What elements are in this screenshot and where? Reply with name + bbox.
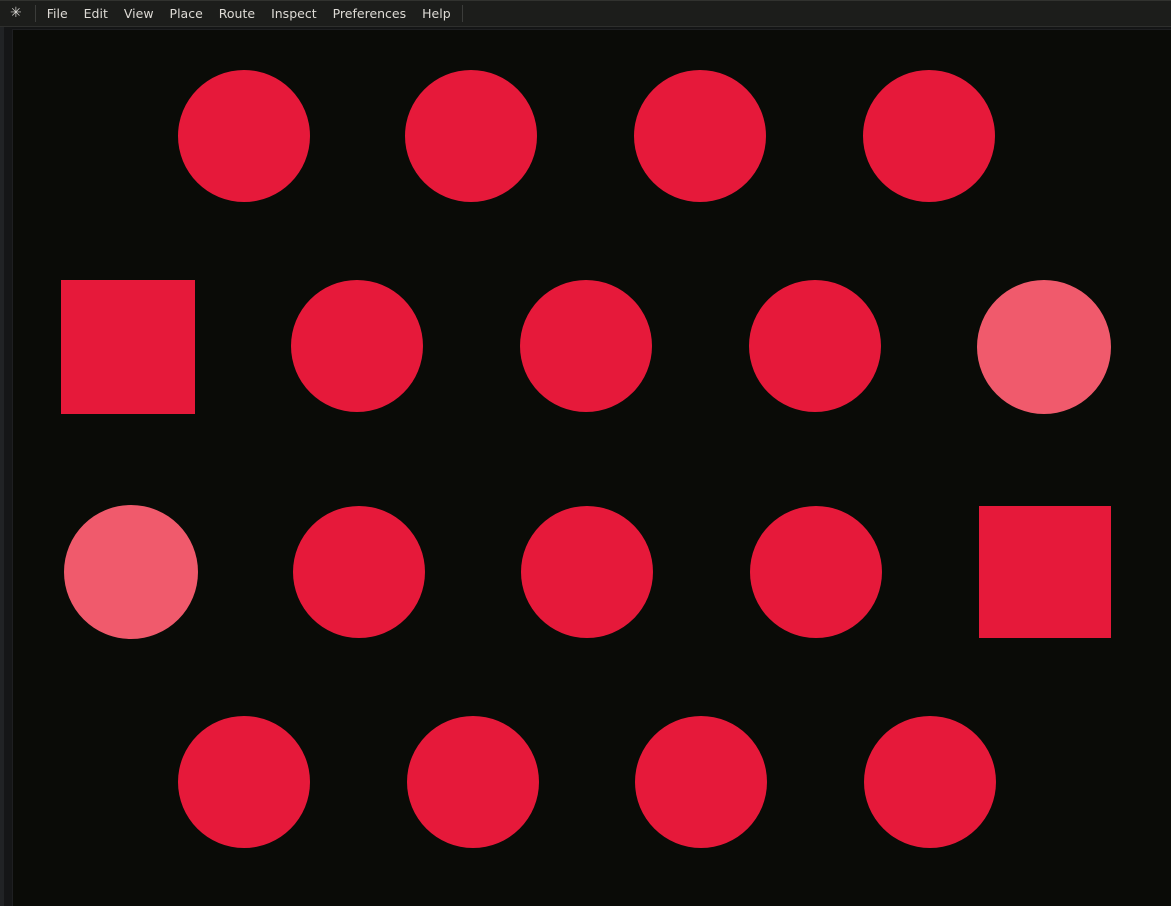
pad-circle[interactable] bbox=[634, 70, 766, 202]
pad-square[interactable] bbox=[61, 280, 195, 414]
menu-item-place[interactable]: Place bbox=[162, 1, 211, 26]
pad-circle[interactable] bbox=[407, 716, 539, 848]
pads-layer bbox=[0, 0, 1171, 906]
pad-circle[interactable] bbox=[293, 506, 425, 638]
menubar-separator bbox=[35, 5, 36, 22]
menubar-separator bbox=[462, 5, 463, 22]
pad-circle[interactable] bbox=[405, 70, 537, 202]
pad-circle[interactable] bbox=[178, 70, 310, 202]
menu-item-help[interactable]: Help bbox=[414, 1, 459, 26]
menu-item-view[interactable]: View bbox=[116, 1, 162, 26]
pad-circle[interactable] bbox=[864, 716, 996, 848]
menu-item-file[interactable]: File bbox=[39, 1, 76, 26]
pad-circle[interactable] bbox=[750, 506, 882, 638]
pad-circle[interactable] bbox=[520, 280, 652, 412]
pad-circle[interactable] bbox=[749, 280, 881, 412]
menubar: ✳ File Edit View Place Route Inspect Pre… bbox=[0, 0, 1171, 27]
window-edge-strip bbox=[0, 27, 4, 906]
menu-item-route[interactable]: Route bbox=[211, 1, 263, 26]
pad-square[interactable] bbox=[979, 506, 1111, 638]
pad-circle-highlighted[interactable] bbox=[977, 280, 1111, 414]
menu-item-inspect[interactable]: Inspect bbox=[263, 1, 325, 26]
pad-circle-highlighted[interactable] bbox=[64, 505, 198, 639]
app-window: ✳ File Edit View Place Route Inspect Pre… bbox=[0, 0, 1171, 906]
app-window-icon: ✳ bbox=[10, 1, 22, 26]
pad-circle[interactable] bbox=[635, 716, 767, 848]
menu-item-preferences[interactable]: Preferences bbox=[325, 1, 415, 26]
menu-item-edit[interactable]: Edit bbox=[76, 1, 116, 26]
pad-circle[interactable] bbox=[178, 716, 310, 848]
pad-circle[interactable] bbox=[291, 280, 423, 412]
pad-circle[interactable] bbox=[863, 70, 995, 202]
pad-circle[interactable] bbox=[521, 506, 653, 638]
